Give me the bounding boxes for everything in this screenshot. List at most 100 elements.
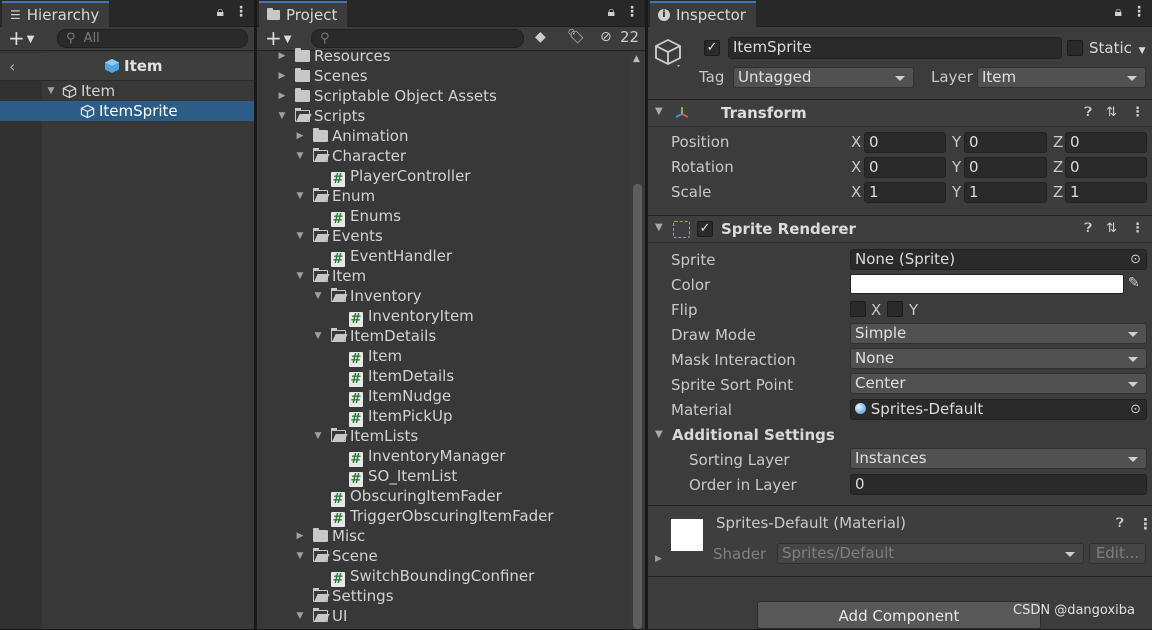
static-dropdown[interactable]: Static ▼ bbox=[1089, 39, 1146, 57]
project-tree-item[interactable]: ▼ Character bbox=[257, 146, 629, 166]
project-tree-item[interactable]: # SwitchBoundingConfiner bbox=[257, 566, 629, 587]
transform-y-field[interactable]: 0 bbox=[964, 132, 1047, 153]
transform-z-field[interactable]: 0 bbox=[1065, 157, 1147, 178]
expand-right-icon[interactable]: ▶ bbox=[295, 126, 305, 146]
more-icon[interactable]: ⋮ bbox=[625, 4, 639, 20]
project-tree-item[interactable]: ▶ Scenes bbox=[257, 66, 629, 86]
additional-settings-foldout[interactable]: Additional Settings bbox=[672, 426, 835, 444]
add-component-button[interactable]: Add Component bbox=[757, 601, 1041, 629]
create-button[interactable]: + ▼ bbox=[8, 28, 34, 53]
axis-y-label[interactable]: Y bbox=[952, 133, 961, 151]
expand-down-icon[interactable]: ▼ bbox=[295, 546, 305, 566]
scene-header[interactable]: ‹ Item bbox=[0, 53, 254, 81]
lock-icon[interactable]: 🔒︎ bbox=[217, 4, 224, 20]
hierarchy-item-itemsprite[interactable]: ItemSprite bbox=[0, 101, 254, 121]
transform-z-field[interactable]: 1 bbox=[1065, 182, 1147, 203]
expand-right-icon[interactable]: ▶ bbox=[277, 86, 287, 106]
project-tree-item[interactable]: # TriggerObscuringItemFader bbox=[257, 506, 629, 527]
filter-by-type-icon[interactable]: ◆ bbox=[535, 29, 546, 45]
mask-interaction-dropdown[interactable]: None bbox=[850, 348, 1147, 369]
transform-x-field[interactable]: 0 bbox=[864, 132, 946, 153]
transform-x-field[interactable]: 0 bbox=[864, 157, 946, 178]
project-tree-item[interactable]: # ObscuringItemFader bbox=[257, 486, 629, 507]
hidden-packages-icon[interactable]: ⊘ bbox=[600, 29, 612, 45]
foldout-down-icon[interactable]: ▼ bbox=[655, 106, 663, 117]
project-tree-item[interactable]: ▶ Animation bbox=[257, 126, 629, 146]
foldout-down-icon[interactable]: ▼ bbox=[655, 429, 663, 440]
expand-down-icon[interactable]: ▼ bbox=[313, 286, 323, 306]
sprite-renderer-header[interactable]: ▼ ✓ Sprite Renderer ❓︎ ⇅ ⋮ bbox=[648, 215, 1152, 243]
flip-y-checkbox[interactable] bbox=[887, 301, 903, 317]
project-tree-item[interactable]: Settings bbox=[257, 586, 629, 606]
shader-edit-button[interactable]: Edit... bbox=[1089, 543, 1146, 564]
layer-dropdown[interactable]: Item bbox=[977, 67, 1146, 88]
tab-project[interactable]: Project bbox=[259, 1, 348, 27]
sprite-renderer-enabled-checkbox[interactable]: ✓ bbox=[697, 221, 713, 237]
project-tree-item[interactable]: ▼ Item bbox=[257, 266, 629, 286]
transform-y-field[interactable]: 0 bbox=[964, 157, 1047, 178]
tab-inspector[interactable]: i Inspector bbox=[650, 1, 756, 27]
project-tree-item[interactable]: # EventHandler bbox=[257, 246, 629, 267]
axis-x-label[interactable]: X bbox=[851, 158, 861, 176]
project-tree-item[interactable]: # InventoryItem bbox=[257, 306, 629, 327]
gameobject-large-icon[interactable] bbox=[655, 38, 683, 68]
project-tree-item[interactable]: # ItemNudge bbox=[257, 386, 629, 407]
material-object-field[interactable]: Sprites-Default ⊙ bbox=[850, 399, 1147, 420]
project-tree-item[interactable]: # Enums bbox=[257, 206, 629, 227]
expand-down-icon[interactable]: ▼ bbox=[46, 81, 56, 101]
expand-right-icon[interactable]: ▶ bbox=[295, 526, 305, 546]
sprite-sort-point-dropdown[interactable]: Center bbox=[850, 373, 1147, 394]
context-menu-icon[interactable]: ⋮ bbox=[1138, 515, 1152, 533]
context-menu-icon[interactable]: ⋮ bbox=[1131, 221, 1144, 236]
filter-by-label-icon[interactable]: 🏷︎ bbox=[567, 29, 585, 45]
lock-icon[interactable]: 🔒︎ bbox=[1115, 4, 1122, 20]
expand-down-icon[interactable]: ▼ bbox=[277, 106, 287, 126]
axis-x-label[interactable]: X bbox=[851, 133, 861, 151]
project-tree-item[interactable]: ▼ UI bbox=[257, 606, 629, 626]
back-chevron-icon[interactable]: ‹ bbox=[9, 57, 15, 76]
shader-dropdown[interactable]: Sprites/Default bbox=[777, 543, 1084, 564]
tag-dropdown[interactable]: Untagged bbox=[733, 67, 914, 88]
project-tree-item[interactable]: # ItemPickUp bbox=[257, 406, 629, 427]
project-tree-item[interactable]: # InventoryManager bbox=[257, 446, 629, 467]
expand-down-icon[interactable]: ▼ bbox=[295, 266, 305, 286]
expand-right-icon[interactable]: ▶ bbox=[277, 66, 287, 86]
transform-x-field[interactable]: 1 bbox=[864, 182, 946, 203]
expand-down-icon[interactable]: ▼ bbox=[295, 146, 305, 166]
preset-icon[interactable]: ⇅ bbox=[1106, 221, 1117, 236]
hierarchy-item-item[interactable]: ▼ Item bbox=[0, 81, 254, 101]
expand-down-icon[interactable]: ▼ bbox=[295, 226, 305, 246]
order-in-layer-field[interactable]: 0 bbox=[850, 474, 1147, 495]
project-tree-item[interactable]: ▼ ItemLists bbox=[257, 426, 629, 446]
active-checkbox[interactable]: ✓ bbox=[704, 40, 720, 56]
scrollbar-thumb[interactable] bbox=[633, 184, 642, 629]
hierarchy-search-input[interactable]: ⚲ All bbox=[57, 29, 248, 48]
sprite-object-field[interactable]: None (Sprite) ⊙ bbox=[850, 249, 1147, 270]
help-icon[interactable]: ❓︎ bbox=[1116, 516, 1124, 531]
draw-mode-dropdown[interactable]: Simple bbox=[850, 323, 1147, 344]
help-icon[interactable]: ❓︎ bbox=[1084, 105, 1092, 120]
project-tree-item[interactable]: ▼ Scripts bbox=[257, 106, 629, 126]
expand-down-icon[interactable]: ▼ bbox=[295, 186, 305, 206]
axis-x-label[interactable]: X bbox=[851, 183, 861, 201]
sorting-layer-dropdown[interactable]: Instances bbox=[850, 448, 1147, 469]
project-scrollbar[interactable]: ▲ bbox=[630, 52, 645, 629]
context-menu-icon[interactable]: ⋮ bbox=[1131, 105, 1144, 120]
axis-z-label[interactable]: Z bbox=[1053, 183, 1063, 201]
flip-x-checkbox[interactable] bbox=[850, 301, 866, 317]
project-tree-item[interactable]: ▼ Scene bbox=[257, 546, 629, 566]
axis-z-label[interactable]: Z bbox=[1053, 133, 1063, 151]
object-picker-icon[interactable]: ⊙ bbox=[1130, 250, 1141, 269]
project-tree-item[interactable]: # SO_ItemList bbox=[257, 466, 629, 487]
expand-down-icon[interactable]: ▼ bbox=[313, 426, 323, 446]
object-picker-icon[interactable]: ⊙ bbox=[1130, 400, 1141, 419]
preset-icon[interactable]: ⇅ bbox=[1106, 105, 1117, 120]
static-checkbox[interactable] bbox=[1067, 40, 1083, 56]
foldout-down-icon[interactable]: ▼ bbox=[655, 222, 663, 233]
more-icon[interactable]: ⋮ bbox=[1132, 4, 1146, 20]
transform-y-field[interactable]: 1 bbox=[964, 182, 1047, 203]
expand-down-icon[interactable]: ▼ bbox=[295, 606, 305, 626]
scroll-up-icon[interactable]: ▲ bbox=[633, 54, 640, 64]
expand-down-icon[interactable]: ▼ bbox=[313, 326, 323, 346]
transform-z-field[interactable]: 0 bbox=[1065, 132, 1147, 153]
